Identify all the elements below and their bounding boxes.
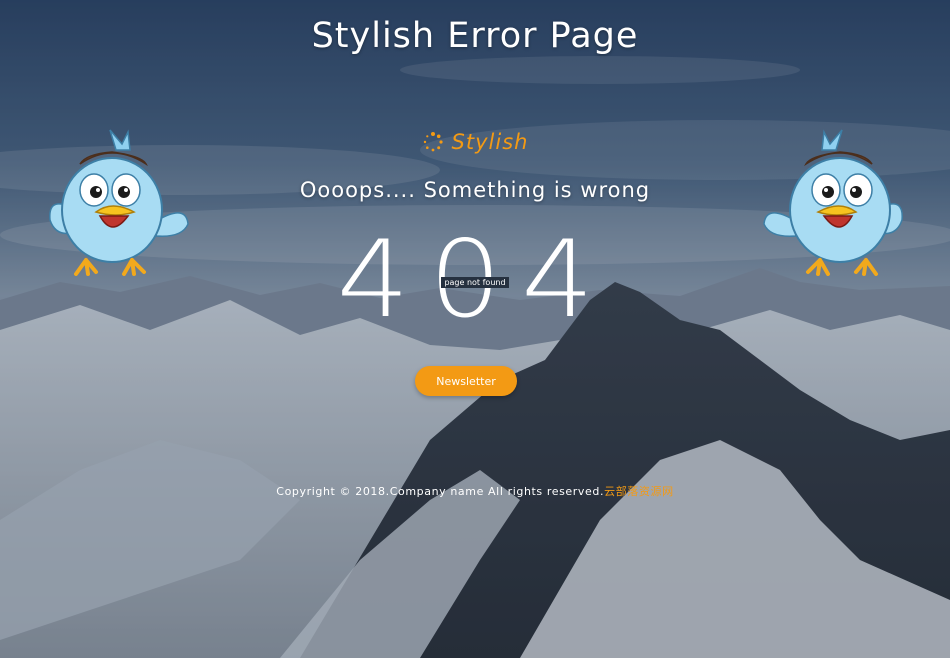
- bird-mascot-icon: [763, 129, 903, 276]
- not-found-label: page not found: [0, 277, 950, 288]
- footer: Copyright © 2018.Company name All rights…: [0, 483, 950, 499]
- bird-mascot-icon: [49, 129, 189, 276]
- logo-text: Stylish: [451, 130, 529, 154]
- not-found-text: page not found: [441, 277, 509, 288]
- copyright-text: Copyright © 2018.Company name All rights…: [276, 485, 605, 498]
- page-title: Stylish Error Page: [311, 16, 639, 56]
- footer-link[interactable]: 云部落资源网: [604, 485, 674, 498]
- newsletter-button[interactable]: Newsletter: [415, 366, 517, 396]
- loading-dots-icon: [423, 132, 443, 152]
